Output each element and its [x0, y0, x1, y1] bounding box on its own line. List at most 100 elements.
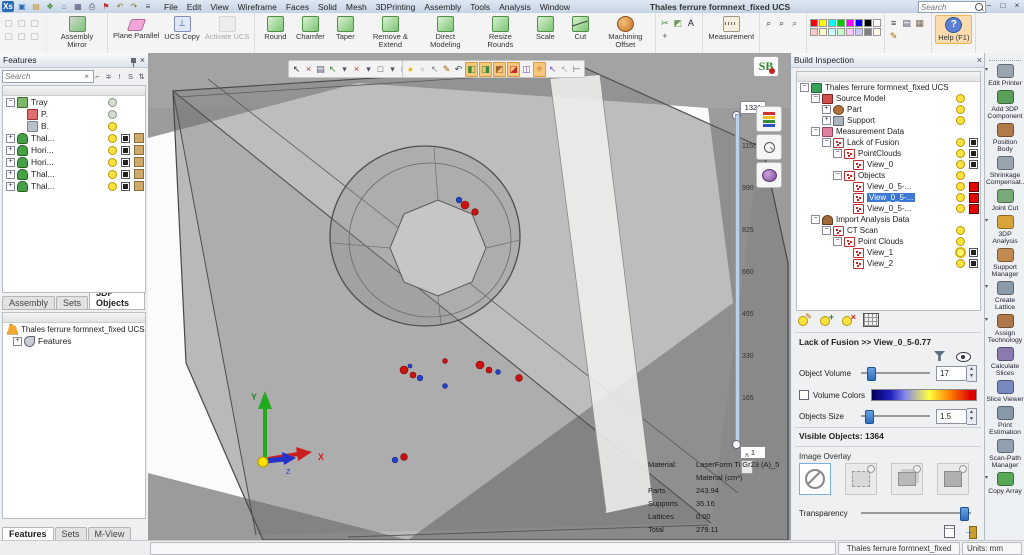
- visibility-bulb-icon[interactable]: [956, 149, 965, 158]
- inspection-tree-item-source-model[interactable]: −Source Model: [797, 93, 980, 104]
- filter-corner-icon[interactable]: ⌐: [93, 72, 102, 81]
- pick-icon[interactable]: ↖: [547, 63, 558, 76]
- color-swatch-11[interactable]: [837, 28, 845, 36]
- ribbon-button-resize-rounds[interactable]: Resize Rounds: [473, 15, 527, 50]
- menu-view[interactable]: View: [210, 2, 228, 12]
- scissors-icon[interactable]: ✂: [659, 18, 670, 29]
- display-mode-checkbox[interactable]: [969, 138, 978, 147]
- show-only-icon[interactable]: ↖: [429, 63, 440, 76]
- zoom-in-icon[interactable]: ⌕: [763, 18, 774, 29]
- point-cloud-settings-button[interactable]: [756, 162, 782, 188]
- texture-icon[interactable]: ▦: [914, 18, 925, 29]
- color-swatch-10[interactable]: [828, 28, 836, 36]
- close-panel-icon[interactable]: ×: [977, 56, 982, 65]
- inspection-tree-item-point-clouds[interactable]: −Point Clouds: [797, 236, 980, 247]
- show-all-button[interactable]: +: [819, 314, 833, 327]
- inspection-tree-item-pointclouds[interactable]: −PointClouds: [797, 148, 980, 159]
- list-icon[interactable]: ≡: [142, 1, 154, 12]
- display-mode-checkbox[interactable]: [121, 182, 130, 191]
- inspection-tree-item-import-analysis-data[interactable]: −Import Analysis Data: [797, 214, 980, 225]
- feature-select-icon[interactable]: ↖: [327, 63, 338, 76]
- object-volume-slider[interactable]: [861, 366, 930, 380]
- window-icon[interactable]: ▦: [72, 1, 84, 12]
- filter-part-icon[interactable]: ◧: [465, 62, 478, 77]
- visibility-bulb-icon[interactable]: [108, 122, 117, 131]
- objects-tree-root[interactable]: Thales ferrure formnext_fixed UCS: [3, 323, 145, 335]
- zoom-out-icon[interactable]: ⌕: [776, 18, 787, 29]
- object-volume-spinner[interactable]: ▲▼: [967, 365, 977, 382]
- remove-filter-icon[interactable]: ×: [351, 63, 362, 76]
- visibility-bulb-icon[interactable]: [108, 110, 117, 119]
- objects-size-spinner[interactable]: ▲▼: [967, 408, 977, 425]
- visibility-bulb-icon[interactable]: [108, 146, 117, 155]
- sidebar-item-joint-cut[interactable]: Joint Cut: [985, 188, 1024, 212]
- visibility-bulb-icon[interactable]: [956, 182, 965, 191]
- color-swatch[interactable]: [969, 204, 979, 214]
- display-mode-checkbox[interactable]: [121, 134, 130, 143]
- hide-all-button[interactable]: ×: [841, 314, 855, 327]
- ribbon-button-chamfer[interactable]: Chamfer: [293, 15, 327, 42]
- inspection-tree-item-view-0[interactable]: View_0: [797, 159, 980, 170]
- volume-colors-checkbox[interactable]: [799, 390, 809, 400]
- ribbon-button-taper[interactable]: Taper: [328, 15, 362, 42]
- display-mode-checkbox[interactable]: [969, 259, 978, 268]
- dropdown-icon[interactable]: ▾: [387, 63, 398, 76]
- inspection-tree-item-part[interactable]: +Part: [797, 104, 980, 115]
- ribbon-button-measurement[interactable]: Measurement: [706, 15, 756, 42]
- color-swatch[interactable]: [969, 182, 979, 192]
- visibility-bulb-icon[interactable]: [956, 193, 965, 202]
- menu-mesh[interactable]: Mesh: [346, 2, 367, 12]
- feature-tree-item-thal[interactable]: +Thal...: [3, 168, 145, 180]
- collapse-icon[interactable]: −: [833, 237, 842, 246]
- hatch-icon[interactable]: ▤: [901, 18, 912, 29]
- inspection-tree-item-thales-ferrure-formnext-fixed-ucs[interactable]: −Thales ferrure formnext_fixed UCS: [797, 82, 980, 93]
- paint-visibility-icon[interactable]: ✎: [441, 63, 452, 76]
- ribbon-button-ucs-copy[interactable]: ⊥UCS Copy: [162, 15, 201, 42]
- undo-icon[interactable]: ↶: [114, 1, 126, 12]
- sidebar-item-scan-path-manager[interactable]: Scan-Path Manager: [985, 438, 1024, 469]
- ribbon-button-direct-modeling[interactable]: Direct Modeling: [418, 15, 472, 50]
- color-swatch-6[interactable]: [864, 19, 872, 27]
- sidebar-item-add-3dp-component[interactable]: Add 3DP Component: [985, 89, 1024, 120]
- visibility-bulb-icon[interactable]: [956, 94, 965, 103]
- color-swatch-5[interactable]: [855, 19, 863, 27]
- slider-track[interactable]: [735, 114, 740, 446]
- filter-slice-icon[interactable]: ✳: [533, 62, 546, 77]
- visibility-bulb-icon[interactable]: [956, 226, 965, 235]
- menu-solid[interactable]: Solid: [318, 2, 337, 12]
- sidebar-item-support-manager[interactable]: Support Manager: [985, 247, 1024, 278]
- filter-support-icon[interactable]: ◨: [479, 62, 492, 77]
- save-icon[interactable]: ▣: [16, 1, 28, 12]
- visibility-bulb-icon[interactable]: [108, 98, 117, 107]
- overlay-solid-button[interactable]: [937, 463, 969, 495]
- inspection-tree-item-view-0-5[interactable]: View_0_5-...: [797, 203, 980, 214]
- app-logo[interactable]: Xs: [2, 1, 14, 12]
- collapse-icon[interactable]: −: [6, 98, 15, 107]
- zoom-selected-icon[interactable]: ⌕: [789, 18, 800, 29]
- dropdown-icon[interactable]: ▾: [363, 63, 374, 76]
- color-swatch-15[interactable]: [873, 28, 881, 36]
- close-button[interactable]: ×: [1012, 0, 1022, 12]
- tab-sets[interactable]: Sets: [55, 527, 87, 540]
- inspection-tree-item-measurement-data[interactable]: −Measurement Data: [797, 126, 980, 137]
- sidebar-item-position-body[interactable]: Position Body: [985, 122, 1024, 153]
- pick-dim-icon[interactable]: ↖: [559, 63, 570, 76]
- edit-visibility-button[interactable]: ✎: [797, 314, 811, 327]
- inspection-tree-item-lack-of-fusion[interactable]: −Lack of Fusion: [797, 137, 980, 148]
- undo-icon[interactable]: ▢: [16, 31, 27, 42]
- color-swatch-12[interactable]: [846, 28, 854, 36]
- axis-pick-icon[interactable]: ⊢: [571, 63, 582, 76]
- objects-tree-features[interactable]: + Features: [3, 335, 145, 347]
- visibility-bulb-icon[interactable]: [108, 182, 117, 191]
- tab-assembly[interactable]: Assembly: [2, 296, 55, 309]
- visibility-bulb-icon[interactable]: [956, 138, 965, 147]
- inspection-tree-item-view-0-5[interactable]: View_0_5-...: [797, 192, 980, 203]
- collapse-icon[interactable]: −: [822, 226, 831, 235]
- visibility-bulb-icon[interactable]: [956, 259, 965, 268]
- ribbon-button-cut[interactable]: Cut: [563, 15, 597, 42]
- filter-mesh-icon[interactable]: ◪: [507, 62, 520, 77]
- inspection-tree-item-view-0-5[interactable]: View_0_5-...: [797, 181, 980, 192]
- display-mode-checkbox[interactable]: [121, 146, 130, 155]
- menu-edit[interactable]: Edit: [187, 2, 202, 12]
- ribbon-button-plane-parallel[interactable]: Plane Parallel: [111, 15, 161, 41]
